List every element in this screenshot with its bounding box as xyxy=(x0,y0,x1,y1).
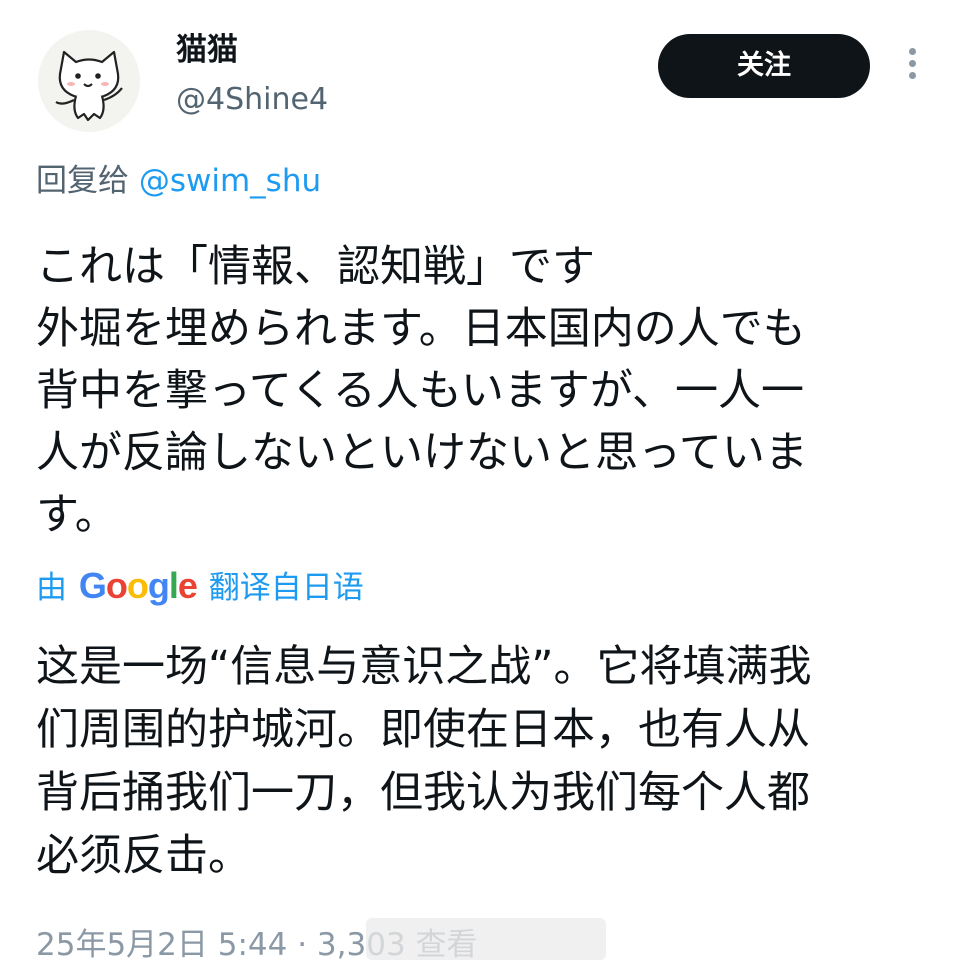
user-handle[interactable]: @4Shine4 xyxy=(176,80,328,120)
watermark-overlay xyxy=(366,918,606,960)
translated-line: 们周围的护城河。即使在日本，也有人从 xyxy=(36,705,810,755)
tweet-text: これは「情報、認知戦」です 外堀を埋められます。日本国内の人でも 背中を撃ってく… xyxy=(36,236,916,546)
reply-mention-link[interactable]: @swim_shu xyxy=(139,163,321,199)
google-logo-letter: e xyxy=(177,565,198,606)
translated-line: 背后捅我们一刀，但我认为我们每个人都 xyxy=(36,768,810,818)
reply-to-line: 回复给 @swim_shu xyxy=(36,158,321,204)
google-logo-letter: o xyxy=(126,565,149,606)
google-logo-letter: g xyxy=(147,565,170,606)
cat-avatar-icon xyxy=(55,50,123,122)
google-logo-letter: l xyxy=(168,565,179,606)
google-logo-letter: G xyxy=(78,565,107,606)
tweet-line: 背中を撃ってくる人もいますが、一人一 xyxy=(36,366,804,416)
translated-by-prefix: 由 xyxy=(36,570,67,606)
more-options-icon[interactable] xyxy=(904,48,920,88)
avatar[interactable] xyxy=(38,30,140,132)
google-logo-letter: o xyxy=(105,565,128,606)
translated-from-label: 翻译自日语 xyxy=(208,570,364,606)
google-logo: Google xyxy=(78,565,198,606)
translated-by-line[interactable]: 由 Google 翻译自日语 xyxy=(36,563,364,611)
follow-button[interactable]: 关注 xyxy=(658,34,870,98)
translated-text: 这是一场“信息与意识之战”。它将填满我 们周围的护城河。即使在日本，也有人从 背… xyxy=(36,636,916,888)
tweet-line: 外堀を埋められます。日本国内の人でも xyxy=(36,304,806,354)
display-name[interactable]: 猫猫 xyxy=(176,30,238,70)
tweet-line: す。 xyxy=(36,490,118,540)
tweet-line: これは「情報、認知戦」です xyxy=(36,242,595,292)
translated-line: 这是一场“信息与意识之战”。它将填满我 xyxy=(36,642,812,692)
translated-line: 必须反击。 xyxy=(36,831,251,881)
reply-prefix: 回复给 xyxy=(36,163,139,199)
tweet-line: 人が反論しないといけないと思っていま xyxy=(36,428,808,478)
